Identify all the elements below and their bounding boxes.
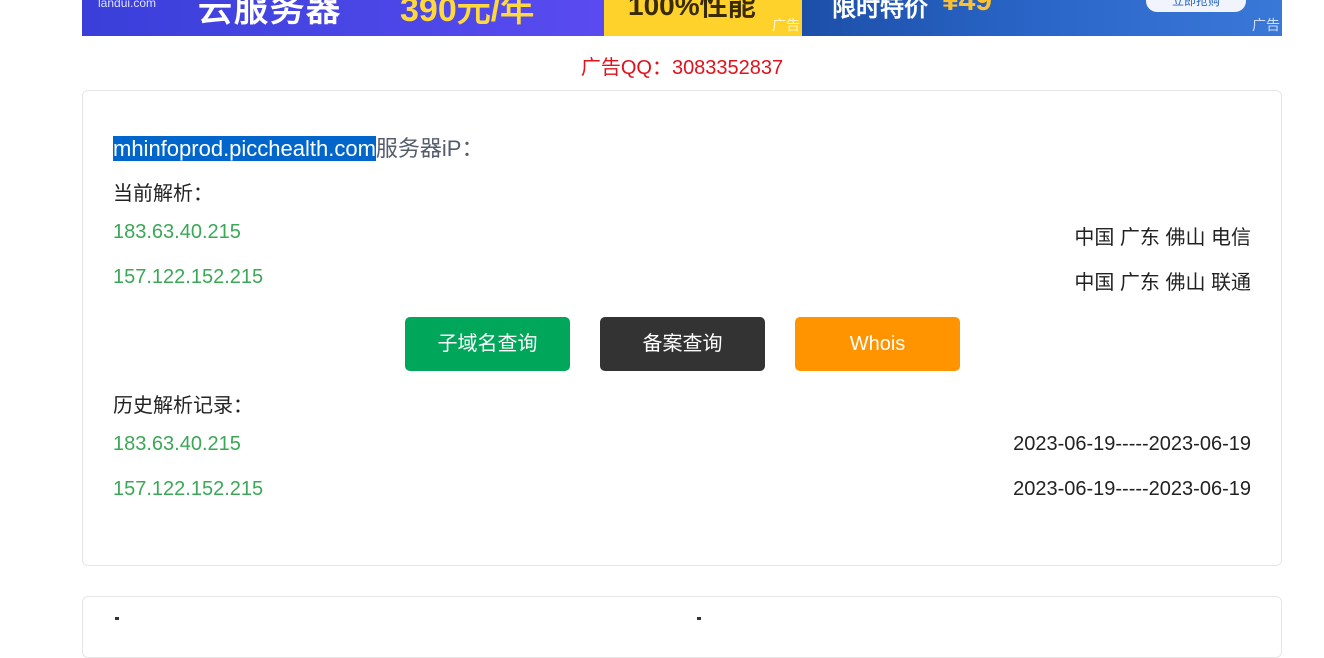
ip-address: 157.122.152.215	[113, 266, 264, 288]
date-range: 2023-06-19-----2023-06-19	[1013, 433, 1251, 455]
dns-result-card: mhinfoprod.picchealth.com服务器iP： 当前解析： 18…	[82, 90, 1282, 566]
ad-tag: 广告	[1252, 17, 1280, 33]
history-record-row: 157.122.152.215 2023-06-19-----2023-06-1…	[113, 478, 1251, 504]
whois-button[interactable]: Whois	[795, 317, 960, 371]
date-range: 2023-06-19-----2023-06-19	[1013, 478, 1251, 500]
ad-banner-cloud-server[interactable]: landui.com 云服务器 390元/年	[82, 0, 604, 36]
ad-headline: 云服务器	[198, 0, 342, 29]
ad-brand: landui.com	[98, 0, 157, 10]
ip-address: 157.122.152.215	[113, 478, 264, 500]
current-resolution-label: 当前解析：	[113, 183, 213, 205]
ip-location: 中国 广东 佛山 电信	[1074, 227, 1251, 249]
next-section-card	[82, 596, 1282, 658]
ip-address: 183.63.40.215	[113, 433, 241, 455]
current-record-row: 183.63.40.215 中国 广东 佛山 电信	[113, 221, 1251, 249]
ip-address: 183.63.40.215	[113, 221, 241, 243]
queried-domain: mhinfoprod.picchealth.com	[113, 136, 376, 161]
ad-contact-qq: 广告QQ：3083352837	[580, 57, 784, 79]
ad-banner-special-offer[interactable]: 限时特价 ¥49 立即抢购 广告	[802, 0, 1282, 36]
ad-cta-button[interactable]: 立即抢购	[1146, 0, 1246, 12]
history-resolution-label: 历史解析记录：	[113, 395, 253, 417]
ad-banner[interactable]: landui.com 云服务器 390元/年 100%性能 广告 限时特价 ¥4…	[82, 0, 1282, 36]
ad-headline: 限时特价	[832, 0, 928, 22]
page-title: mhinfoprod.picchealth.com服务器iP：	[113, 131, 483, 163]
ad-banner-performance[interactable]: 100%性能 广告	[604, 0, 802, 36]
ad-price: ¥49	[942, 0, 993, 17]
icp-query-button[interactable]: 备案查询	[600, 317, 765, 371]
history-record-row: 183.63.40.215 2023-06-19-----2023-06-19	[113, 433, 1251, 459]
title-suffix: 服务器iP：	[375, 136, 484, 161]
current-record-row: 157.122.152.215 中国 广东 佛山 联通	[113, 266, 1251, 294]
ad-headline: 100%性能	[628, 0, 756, 21]
ip-location: 中国 广东 佛山 联通	[1074, 272, 1251, 294]
subdomain-query-button[interactable]: 子域名查询	[405, 317, 570, 371]
ad-tag: 广告	[772, 17, 800, 33]
ad-price: 390元/年	[400, 0, 535, 29]
